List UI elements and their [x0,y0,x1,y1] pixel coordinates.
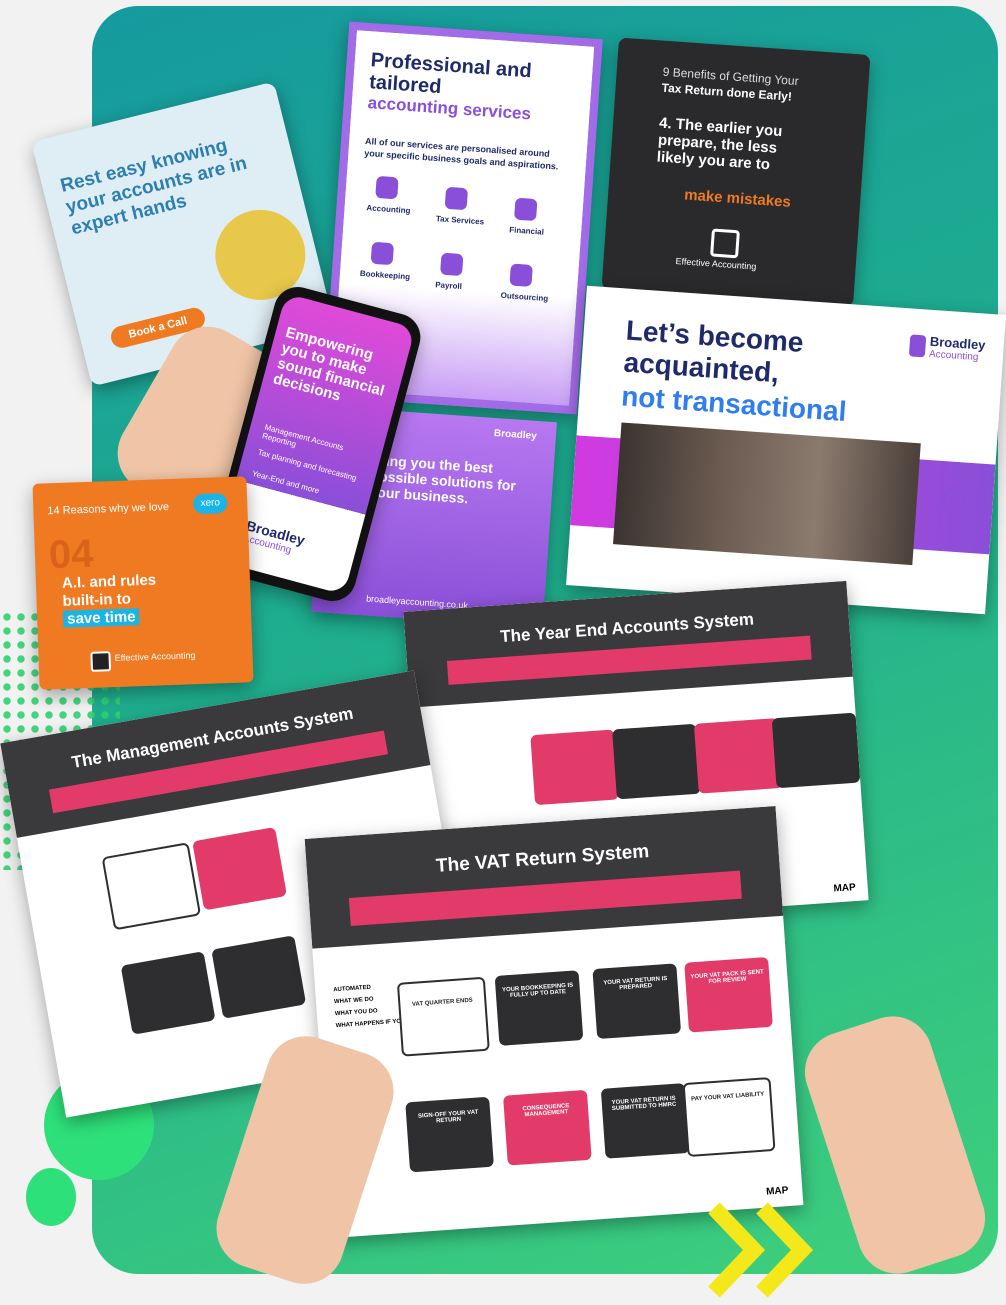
vat-legend-3: WHAT YOU DO [334,1008,378,1018]
paint-splat-small [26,1168,76,1226]
xero-logo: xero [192,493,228,515]
vat-map: The VAT Return System AUTOMATED WHAT WE … [304,806,804,1238]
service-outsourcing: Outsourcing [500,290,549,304]
vat-step-label: YOUR VAT PACK IS SENT FOR REVIEW [690,969,764,986]
service-accounting: Accounting [366,203,411,216]
service-bookkeeping: Bookkeeping [359,268,411,282]
tax-services-icon [444,186,469,211]
effective-logo-icon [710,228,740,259]
payroll-icon [440,252,464,277]
management-step [192,826,288,911]
broadley-logo-icon [908,334,927,358]
year-end-step [612,723,701,800]
year-end-step [771,712,861,789]
xero-number: 04 [48,531,95,578]
vat-step-label: VAT QUARTER ENDS [411,997,473,1008]
accounting-icon [375,175,399,200]
vat-step-label: CONSEQUENCE MANAGEMENT [522,1103,570,1119]
professional-subtitle: All of our services are personalised aro… [363,135,559,172]
xero-header: 14 Reasons why we love [47,501,170,518]
vat-step-label: SIGN-OFF YOUR VAT RETURN [417,1109,479,1125]
outsourcing-icon [509,263,533,287]
xero-line1: A.I. and rules [61,571,157,592]
xero-brand: Effective Accounting [114,650,196,664]
year-end-step [693,718,783,794]
xero-line2: built-in to [62,590,132,610]
management-step [120,951,216,1035]
financial-icon [514,197,538,222]
vat-legend-2: WHAT WE DO [333,996,374,1006]
acquainted-card: Let’s become acquainted, not transaction… [566,285,1006,615]
year-end-step [530,729,619,806]
acquainted-line3: not transactional [620,380,848,428]
vat-step-1: VAT QUARTER ENDS [396,976,490,1057]
effective-logo-icon [90,651,112,672]
management-step [101,842,202,931]
bring-brand: Broadley [493,427,538,442]
vat-step-7: YOUR VAT RETURN IS SUBMITTED TO HMRC [600,1083,690,1159]
vat-step-label: PAY YOUR VAT LIABILITY [690,1091,765,1103]
vat-step-label: YOUR VAT RETURN IS SUBMITTED TO HMRC [611,1095,677,1113]
xero-accent: save time [62,608,140,628]
year-end-tag: MAP [833,882,857,895]
team-photo [613,422,921,566]
vat-step-5: SIGN-OFF YOUR VAT RETURN [405,1096,494,1173]
vat-tag: MAP [765,1185,789,1198]
tax-point: 4. The earlier you prepare, the less lik… [656,114,783,174]
vat-step-2: YOUR BOOKKEEPING IS FULLY UP TO DATE [494,970,584,1046]
service-payroll: Payroll [434,280,463,292]
vat-step-label: YOUR BOOKKEEPING IS FULLY UP TO DATE [501,982,574,999]
xero-card: 14 Reasons why we love xero 04 A.I. and … [32,476,254,690]
tax-return-card: 9 Benefits of Getting Your Tax Return do… [601,37,871,307]
vat-legend-1: AUTOMATED [333,984,372,994]
bookkeeping-icon [370,241,395,266]
management-step [211,935,307,1019]
vat-step-4: YOUR VAT PACK IS SENT FOR REVIEW [684,956,773,1033]
tax-brand: Effective Accounting [675,256,757,272]
bring-text: bring you the best possible solutions fo… [369,451,517,507]
double-chevron-icon [706,1200,816,1300]
vat-step-6: CONSEQUENCE MANAGEMENT [503,1089,592,1166]
acquainted-brand2: Accounting [928,348,979,364]
vat-step-8: PAY YOUR VAT LIABILITY [682,1077,776,1157]
vat-step-label: YOUR VAT RETURN IS PREPARED [603,975,668,992]
tax-point-accent: make mistakes [683,186,792,211]
service-financial: Financial [508,225,545,237]
service-tax: Tax Services [435,214,485,227]
vat-step-3: YOUR VAT RETURN IS PREPARED [592,963,682,1040]
